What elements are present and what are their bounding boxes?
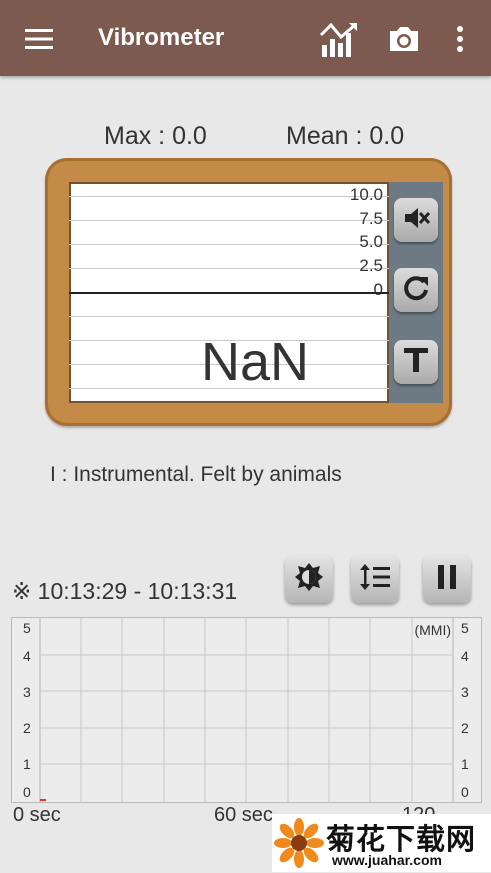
- refresh-icon: [401, 273, 431, 308]
- y-tick-left: 1: [23, 756, 31, 772]
- app-title: Vibrometer: [98, 24, 225, 51]
- chart-trend-icon[interactable]: [318, 20, 360, 58]
- grid-line: [69, 220, 389, 221]
- y-tick-left: 5: [23, 620, 31, 636]
- grid-line: [69, 196, 389, 197]
- time-range: ※ 10:13:29 - 10:13:31: [12, 578, 238, 604]
- graph-unit-label: (MMI): [414, 622, 451, 638]
- line-spacing-button[interactable]: [351, 555, 399, 603]
- app-bar: Vibrometer: [0, 0, 491, 76]
- scale-tick: 2.5: [359, 256, 383, 275]
- max-value: Max : 0.0: [104, 122, 207, 150]
- y-tick-right: 1: [461, 756, 469, 772]
- mute-icon: [401, 203, 431, 238]
- text-t-icon: [403, 346, 429, 379]
- scale-tick: 10.0: [349, 185, 383, 204]
- y-tick-right: 0: [461, 784, 469, 800]
- mean-value: Mean : 0.0: [286, 122, 405, 150]
- signal-line: [69, 292, 389, 294]
- line-spacing-icon: [359, 563, 391, 596]
- y-tick-right: 2: [461, 720, 469, 736]
- more-vert-icon[interactable]: [450, 20, 470, 58]
- grid-line: [69, 268, 389, 269]
- y-tick-right: 3: [461, 684, 469, 700]
- scale-tick: 5.0: [359, 232, 383, 251]
- x-axis-label: 0 sec: [13, 804, 61, 826]
- y-tick-left: 4: [23, 648, 31, 664]
- meter-paper: 10.0 7.5 5.0 2.5 0 NaN: [69, 182, 389, 403]
- y-tick-right: 5: [461, 620, 469, 636]
- graph-grid: [39, 618, 454, 802]
- history-graph: (MMI) 5 4 3 2 1 0 5 4 3 2 1 0: [11, 617, 482, 803]
- brightness-icon: [294, 562, 324, 597]
- watermark-url: www.juahar.com: [332, 852, 442, 868]
- y-tick-left: 3: [23, 684, 31, 700]
- meter-reading: NaN: [200, 332, 310, 392]
- meter-side-panel: [389, 182, 443, 403]
- intensity-description: I : Instrumental. Felt by animals: [50, 463, 342, 486]
- meter-board: 10.0 7.5 5.0 2.5 0 NaN: [45, 158, 452, 426]
- text-mode-button[interactable]: [394, 340, 438, 384]
- mute-button[interactable]: [394, 198, 438, 242]
- watermark: 菊花下载网 www.juahar.com: [272, 814, 491, 872]
- y-tick-left: 2: [23, 720, 31, 736]
- flower-logo-icon: [274, 818, 324, 873]
- grid-line: [69, 316, 389, 317]
- y-tick-left: 0: [23, 784, 31, 800]
- scale-tick: 7.5: [359, 209, 383, 228]
- menu-icon[interactable]: [22, 20, 56, 58]
- scale-tick: 0: [373, 280, 383, 299]
- reset-button[interactable]: [394, 268, 438, 312]
- pause-icon: [436, 564, 458, 595]
- brightness-button[interactable]: [285, 555, 333, 603]
- pause-button[interactable]: [423, 555, 471, 603]
- camera-icon[interactable]: [385, 20, 423, 58]
- x-axis-label: 60 sec: [214, 804, 273, 826]
- y-tick-right: 4: [461, 648, 469, 664]
- grid-line: [69, 244, 389, 245]
